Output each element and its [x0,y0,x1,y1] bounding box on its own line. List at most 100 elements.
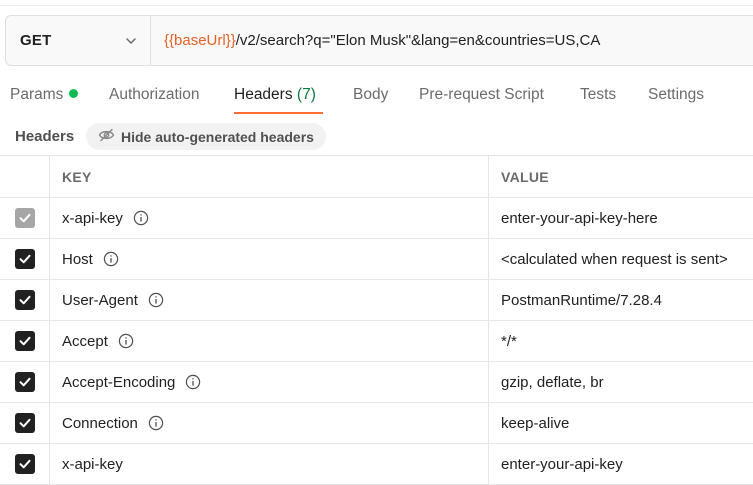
tab-settings[interactable]: Settings [648,86,704,104]
hide-auto-generated-headers-label: Hide auto-generated headers [121,128,314,145]
table-row: Accept */* [0,321,753,362]
row-check-cell [0,321,50,361]
row-checkbox[interactable] [14,372,35,392]
tab-params[interactable]: Params [10,86,79,104]
row-value-cell[interactable]: enter-your-api-key [489,444,753,484]
top-divider [0,0,753,6]
tab-tests-label: Tests [580,86,617,103]
headers-table: KEY VALUE x-api-key enter-your-api-key-he… [0,155,753,485]
row-value: PostmanRuntime/7.28.4 [501,291,662,309]
url-variable: {{baseUrl}} [164,32,236,49]
row-key: Connection [62,414,138,432]
info-icon[interactable] [103,251,119,267]
table-row: Accept-Encoding gzip, deflate, br [0,362,753,403]
table-row: Host <calculated when request is sent> [0,239,753,280]
method-label: GET [20,32,52,49]
row-checkbox[interactable] [14,290,35,310]
checkbox-checked-icon [18,334,32,348]
tab-tests[interactable]: Tests [580,86,616,104]
header-check-column [0,156,50,197]
checkbox-checked-icon [18,211,32,225]
row-value-cell[interactable]: <calculated when request is sent> [489,239,753,279]
info-icon[interactable] [185,374,201,390]
row-value: <calculated when request is sent> [501,250,728,268]
row-checkbox[interactable] [14,454,35,474]
params-status-dot [69,89,79,98]
request-bar: GET {{baseUrl}}/v2/search?q="Elon Musk"&… [5,15,753,66]
row-value: gzip, deflate, br [501,373,604,391]
tab-headers-count: (7) [296,86,316,103]
row-checkbox[interactable] [14,249,35,269]
row-checkbox[interactable] [14,208,35,228]
tab-headers-label: Headers [234,86,293,103]
url-path: /v2/search?q="Elon Musk"&lang=en&countri… [235,32,601,49]
row-value: enter-your-api-key-here [501,209,658,227]
tab-body-label: Body [353,86,389,103]
row-check-cell [0,362,50,402]
row-checkbox[interactable] [14,331,35,351]
row-key: Host [62,250,93,268]
checkbox-checked-icon [18,293,32,307]
row-key: User-Agent [62,291,138,309]
active-tab-indicator [234,112,323,114]
tab-pre-request-script[interactable]: Pre-request Script [419,86,544,104]
tab-authorization-label: Authorization [109,86,200,103]
row-value: */* [501,332,517,350]
row-key-cell[interactable]: x-api-key [50,198,489,238]
info-icon[interactable] [148,415,164,431]
tab-body[interactable]: Body [353,86,388,104]
row-key-cell[interactable]: Connection [50,403,489,443]
method-select[interactable]: GET [6,16,151,65]
table-row: x-api-key enter-your-api-key-here [0,198,753,239]
row-value-cell[interactable]: */* [489,321,753,361]
eye-slash-icon [98,128,115,145]
headers-section-title: Headers [15,128,75,145]
row-check-cell [0,280,50,320]
checkbox-checked-icon [18,457,32,471]
row-value: enter-your-api-key [501,455,623,473]
value-column-header: VALUE [489,156,753,197]
request-tabs: Params Authorization Headers (7) Body Pr… [0,72,753,116]
table-row: Connection keep-alive [0,403,753,444]
checkbox-checked-icon [18,416,32,430]
row-key-cell[interactable]: Host [50,239,489,279]
tab-authorization[interactable]: Authorization [109,86,199,104]
info-icon[interactable] [148,292,164,308]
row-key-cell[interactable]: x-api-key [50,444,489,484]
chevron-down-icon [124,34,138,48]
row-check-cell [0,198,50,238]
row-checkbox[interactable] [14,413,35,433]
value-column-label: VALUE [501,168,549,185]
row-value-cell[interactable]: keep-alive [489,403,753,443]
info-icon[interactable] [133,210,149,226]
checkbox-checked-icon [18,252,32,266]
row-key: x-api-key [62,209,123,227]
row-value-cell[interactable]: PostmanRuntime/7.28.4 [489,280,753,320]
row-key: Accept [62,332,108,350]
info-icon[interactable] [118,333,134,349]
row-value-cell[interactable]: gzip, deflate, br [489,362,753,402]
table-header: KEY VALUE [0,156,753,198]
url-input[interactable]: {{baseUrl}}/v2/search?q="Elon Musk"&lang… [151,16,753,65]
tab-settings-label: Settings [648,86,705,103]
row-check-cell [0,403,50,443]
row-value: keep-alive [501,414,570,432]
tab-headers[interactable]: Headers (7) [234,86,316,104]
table-row: User-Agent PostmanRuntime/7.28.4 [0,280,753,321]
row-key-cell[interactable]: Accept-Encoding [50,362,489,402]
table-row: x-api-key enter-your-api-key [0,444,753,485]
row-check-cell [0,239,50,279]
tab-params-label: Params [10,86,64,103]
row-value-cell[interactable]: enter-your-api-key-here [489,198,753,238]
tab-pre-request-script-label: Pre-request Script [419,86,544,103]
key-column-header: KEY [50,156,489,197]
key-column-label: KEY [62,168,92,185]
row-key-cell[interactable]: User-Agent [50,280,489,320]
row-key: x-api-key [62,455,123,473]
hide-auto-generated-headers-button[interactable]: Hide auto-generated headers [86,123,326,150]
row-check-cell [0,444,50,484]
row-key-cell[interactable]: Accept [50,321,489,361]
row-key: Accept-Encoding [62,373,176,391]
headers-toolbar: Headers Hide auto-generated headers [0,120,753,152]
checkbox-checked-icon [18,375,32,389]
